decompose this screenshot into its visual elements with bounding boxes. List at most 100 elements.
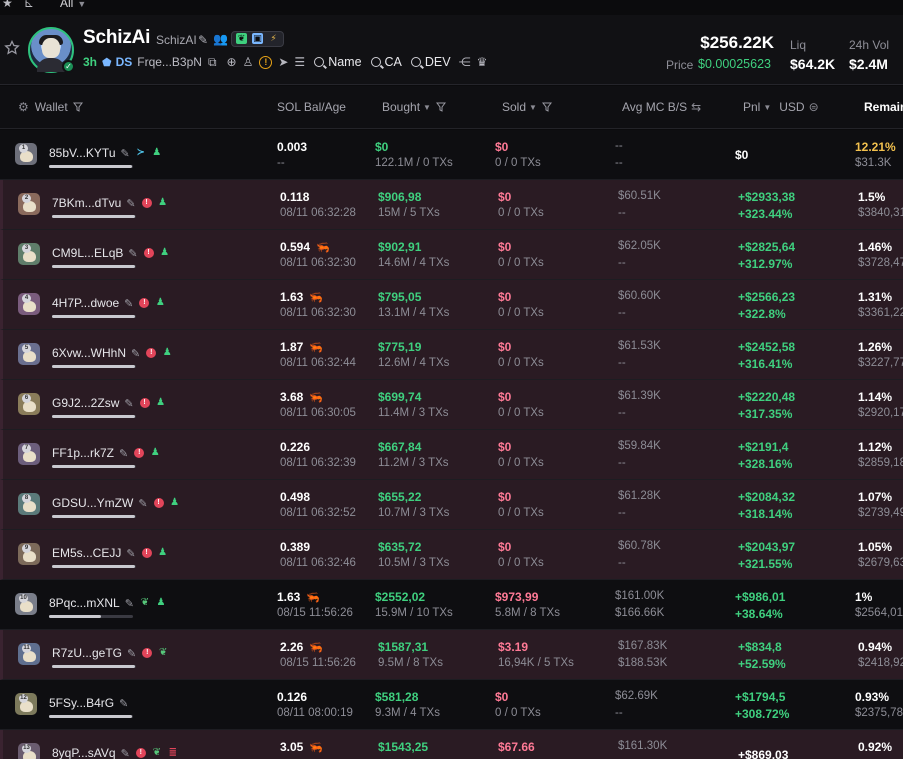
sol-bal-column-header[interactable]: SOL Bal/Age [277,100,346,114]
holders-icon[interactable]: 👥 [213,32,228,46]
social-tags[interactable]: ❦ ▣ ⚡ [231,31,284,47]
liq-label: Liq [790,38,807,52]
swap-arrows-icon[interactable]: ⇆ [691,100,701,114]
edit-pencil-icon[interactable]: ✎ [119,447,128,460]
table-row[interactable]: 11 R7zU...geTG ✎! ❦ 2.26 🦐 08/15 11:56:26 $1587… [0,630,903,680]
wallet-avatar[interactable]: 6 [18,393,40,415]
filter-icon[interactable] [72,102,83,112]
table-row[interactable]: 3 CM9L...ELqB ✎! ♟ 0.594 🦐 08/11 06:32:30 $902,… [0,230,903,280]
table-row[interactable]: 7 FF1p...rk7Z ✎! ♟ 0.226 08/11 06:32:39 $667,8… [0,430,903,480]
wallet-avatar[interactable]: 8 [18,493,40,515]
edit-pencil-icon[interactable]: ✎ [126,197,135,210]
remaining-percent: 1.46% [858,240,893,254]
pnl-percent: +38.64% [735,607,783,621]
rank-number: 1 [19,144,28,153]
search-dev-link[interactable]: DEV [410,55,451,69]
avg-mc-sell: -- [615,707,623,719]
search-ca-link[interactable]: CA [370,55,402,69]
chart-icon[interactable]: ⊾ [24,0,34,10]
bought-detail: 9.5M / 8 TXs [378,657,443,669]
avg-mc-column-header[interactable]: Avg MC B/S ⇆ [622,100,701,114]
pnl-value: +$2191,4 [738,440,789,454]
edit-pencil-icon[interactable]: ✎ [127,647,136,660]
wallet-avatar[interactable]: 5 [18,343,40,365]
table-row[interactable]: 5 6Xvw...WHhN ✎! ♟ 1.87 🦐 08/11 06:32:44 $775,1… [0,330,903,380]
holding-bar [49,165,133,168]
bought-value: $635,72 [378,540,422,554]
token-avatar[interactable]: ✓ [28,27,75,73]
table-row[interactable]: 13 8yqP...sAVq ✎! ❦ ≣ 3.05 🦐 $1543,25 $67.66 $161… [0,730,903,759]
wallet-address[interactable]: FF1p...rk7Z ✎! ♟ [52,446,160,460]
shrimp-icon: 🦐 [309,642,324,654]
wallet-avatar[interactable]: 1 [15,143,37,165]
sol-balance: 0.498 [280,490,311,504]
wallet-address[interactable]: CM9L...ELqB ✎! ♟ [52,246,170,260]
pnl-column-header[interactable]: Pnl ▼ USD ⊜ [743,100,819,114]
edit-pencil-icon[interactable]: ✎ [124,297,133,310]
edit-pencil-icon[interactable]: ✎ [131,347,140,360]
menu-circle-icon[interactable]: ☰ [294,55,305,69]
wallet-avatar[interactable]: 9 [18,543,40,565]
wallet-address[interactable]: 4H7P...dwoe ✎! ♟ [52,296,165,310]
search-name-link[interactable]: Name [314,55,362,69]
edit-pencil-icon[interactable]: ✎ [125,597,134,610]
table-row[interactable]: 12 5FSy...B4rG ✎ 0.126 08/11 08:00:19 $581,28… [0,680,903,730]
wallet-avatar[interactable]: 2 [18,193,40,215]
table-row[interactable]: 9 EM5s...CEJJ ✎! ♟ 0.389 08/11 06:32:46 $635,7… [0,530,903,580]
sold-column-header[interactable]: Sold ▼ [502,100,552,114]
copy-icon[interactable]: ⧉ [208,55,217,70]
wallet-avatar[interactable]: 7 [18,443,40,465]
edit-pencil-icon[interactable]: ✎ [126,547,135,560]
wallet-address[interactable]: EM5s...CEJJ ✎! ♟ [52,546,168,560]
table-row[interactable]: 8 GDSU...YmZW ✎! ♟ 0.498 08/11 06:32:52 $655,2… [0,480,903,530]
pnl-value: +$2220,48 [738,390,796,404]
edit-pencil-icon[interactable]: ✎ [121,747,130,759]
wallet-address[interactable]: 85bV...KYTu ✎ ≻ ♟ [49,146,162,160]
sol-balance: 1.63 🦐 [277,590,321,604]
wallet-address[interactable]: 6Xvw...WHhN ✎! ♟ [52,346,172,360]
wallet-address[interactable]: GDSU...YmZW ✎! ♟ [52,496,180,510]
share-icon[interactable]: ⋲ [459,55,471,69]
table-row[interactable]: 10 8Pqc...mXNL ✎ ❦ ♟ 1.63 🦐 08/15 11:56:26 $2552… [0,580,903,630]
remaining-column-header[interactable]: Remain [864,100,903,114]
telegram-icon[interactable]: ➤ [278,55,288,69]
wallet-column-header[interactable]: ⚙ Wallet [18,100,83,114]
star-icon[interactable]: ★ [2,0,13,10]
table-row[interactable]: 2 7BKm...dTvu ✎! ♟ 0.118 08/11 06:32:28 $906,9… [0,180,903,230]
filter-icon[interactable] [435,102,446,112]
edit-pencil-icon[interactable]: ✎ [119,697,128,710]
globe-icon[interactable]: ⊕ [227,55,237,69]
crown-icon[interactable]: ♛ [477,55,488,69]
table-row[interactable]: 1 85bV...KYTu ✎ ≻ ♟ 0.003 -- $0 122.1M / 0 TXs $0… [0,130,903,180]
wallet-avatar[interactable]: 11 [18,643,40,665]
bought-column-header[interactable]: Bought ▼ [382,100,446,114]
filter-dropdown[interactable]: All ▼ [60,0,86,10]
wallet-avatar[interactable]: 10 [15,593,37,615]
bought-detail: 13.1M / 4 TXs [378,307,450,319]
favorite-star-icon[interactable] [4,40,20,56]
wallet-avatar[interactable]: 4 [18,293,40,315]
sol-balance: 0.389 [280,540,311,554]
wallet-address[interactable]: 8yqP...sAVq ✎! ❦ ≣ [52,746,178,759]
edit-pencil-icon[interactable]: ✎ [128,247,137,260]
wallet-avatar[interactable]: 3 [18,243,40,265]
edit-pencil-icon[interactable]: ✎ [198,33,208,47]
user-icon[interactable]: ♙ [243,55,254,69]
edit-pencil-icon[interactable]: ✎ [124,397,133,410]
usd-toggle[interactable]: USD [779,100,804,114]
wallet-address[interactable]: 5FSy...B4rG ✎ [49,696,128,710]
token-address[interactable]: Frqe...B3pN [137,55,202,69]
edit-pencil-icon[interactable]: ✎ [138,497,147,510]
wallet-address[interactable]: 8Pqc...mXNL ✎ ❦ ♟ [49,596,166,610]
wallet-address[interactable]: R7zU...geTG ✎! ❦ [52,646,168,660]
warning-icon[interactable]: ! [259,55,273,69]
wallet-address[interactable]: 7BKm...dTvu ✎! ♟ [52,196,168,210]
currency-toggle-icon[interactable]: ⊜ [809,100,819,114]
wallet-address[interactable]: G9J2...2Zsw ✎! ♟ [52,396,166,410]
wallet-avatar[interactable]: 12 [15,693,37,715]
table-row[interactable]: 4 4H7P...dwoe ✎! ♟ 1.63 🦐 08/11 06:32:30 $795,0… [0,280,903,330]
wallet-avatar[interactable]: 13 [18,743,40,759]
filter-icon[interactable] [541,102,552,112]
table-row[interactable]: 6 G9J2...2Zsw ✎! ♟ 3.68 🦐 08/11 06:30:05 $699,7… [0,380,903,430]
edit-pencil-icon[interactable]: ✎ [121,147,130,160]
